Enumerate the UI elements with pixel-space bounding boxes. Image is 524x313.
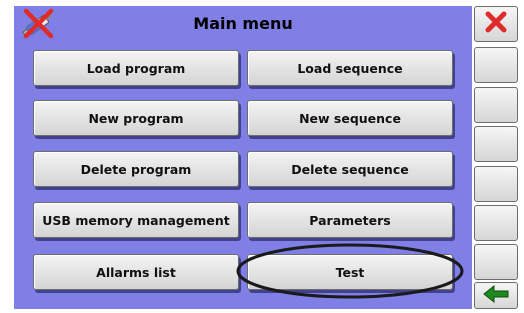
new-sequence-button[interactable]: New sequence [247,100,453,136]
parameters-button[interactable]: Parameters [247,202,453,238]
page-title: Main menu [193,14,293,33]
side-button-4[interactable] [474,126,518,162]
alarms-list-button[interactable]: Allarms list [33,254,239,290]
close-button[interactable] [474,6,518,42]
side-button-5[interactable] [474,166,518,202]
load-program-button[interactable]: Load program [33,50,239,86]
arrow-left-icon [482,284,510,307]
side-button-2[interactable] [474,47,518,83]
close-icon [483,9,509,39]
back-button[interactable] [474,282,518,309]
delete-program-button[interactable]: Delete program [33,151,239,187]
side-button-6[interactable] [474,205,518,241]
load-sequence-button[interactable]: Load sequence [247,50,453,86]
delete-sequence-button[interactable]: Delete sequence [247,151,453,187]
side-button-panel [474,6,518,309]
main-menu-panel: Main menu Load program Load sequence New… [14,6,472,309]
side-button-7[interactable] [474,244,518,280]
new-program-button[interactable]: New program [33,100,239,136]
side-button-3[interactable] [474,87,518,123]
test-button[interactable]: Test [247,254,453,290]
usb-memory-management-button[interactable]: USB memory management [33,202,239,238]
header-bar: Main menu [14,6,472,42]
